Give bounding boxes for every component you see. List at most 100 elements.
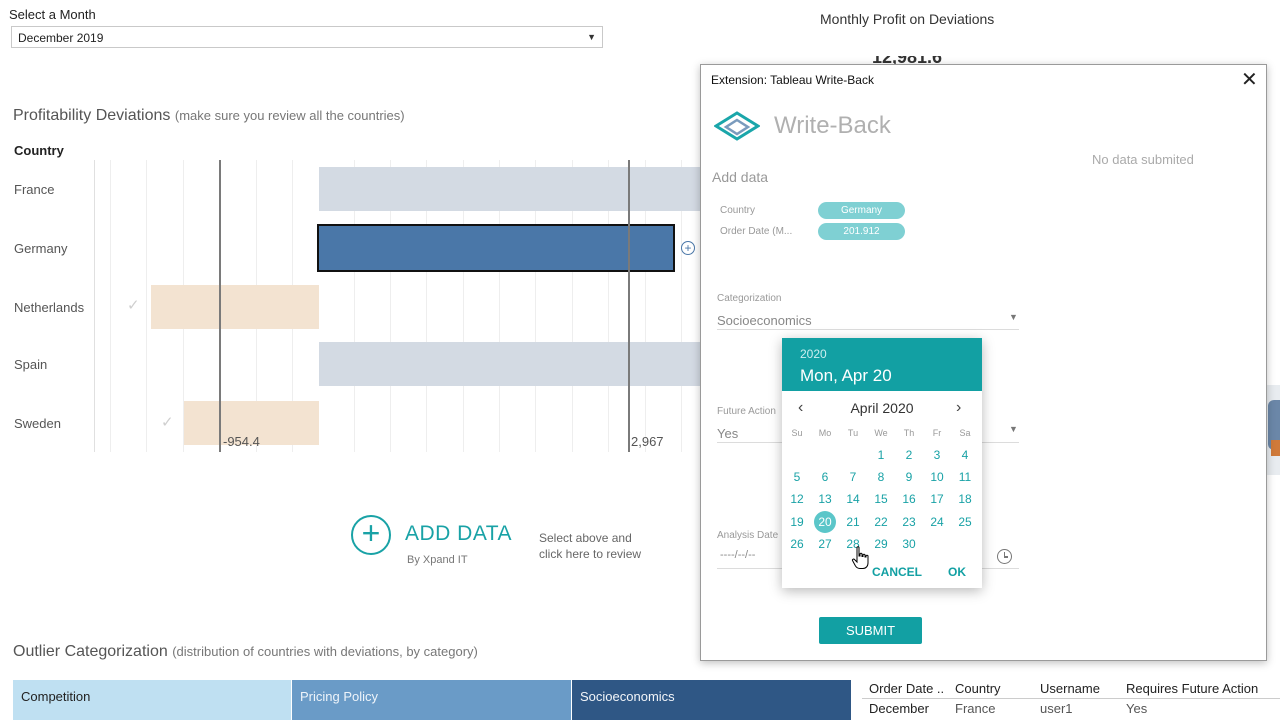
- country-label-spain: Spain: [14, 357, 48, 372]
- picker-day[interactable]: 6: [813, 467, 837, 487]
- order-date-label: Order Date (M...: [720, 226, 793, 237]
- picker-day[interactable]: 5: [785, 467, 809, 487]
- future-action-label: Future Action: [717, 406, 776, 417]
- profitability-title-text: Profitability Deviations: [13, 107, 171, 124]
- picker-day[interactable]: 11: [953, 467, 977, 487]
- write-back-logo-icon: [714, 111, 760, 141]
- country-pill: Germany: [818, 202, 905, 219]
- picker-day[interactable]: 19: [785, 512, 809, 532]
- table-cell-username: user1: [1040, 701, 1073, 716]
- category-competition[interactable]: Competition: [13, 680, 291, 720]
- close-icon[interactable]: ✕: [1241, 67, 1258, 92]
- table-header-username: Username: [1040, 681, 1100, 696]
- outlier-title-text: Outlier Categorization: [13, 643, 168, 660]
- picker-day[interactable]: 1: [869, 445, 893, 465]
- country-label-netherlands: Netherlands: [14, 300, 85, 315]
- check-icon: ✓: [127, 297, 140, 314]
- grid-line: [146, 160, 147, 452]
- picker-day[interactable]: 14: [841, 489, 865, 509]
- picker-day[interactable]: 17: [925, 489, 949, 509]
- table-cell-future-action: Yes: [1126, 701, 1148, 716]
- picker-day[interactable]: 16: [897, 489, 921, 509]
- dialog-title: Extension: Tableau Write-Back: [711, 73, 874, 87]
- table-divider: [862, 698, 1280, 699]
- picker-day[interactable]: 15: [869, 489, 893, 509]
- month-select[interactable]: December 2019 ▼: [11, 26, 603, 48]
- picker-day[interactable]: 27: [813, 534, 837, 554]
- table-cell-order-date: December: [869, 701, 929, 716]
- picker-day[interactable]: 9: [897, 467, 921, 487]
- picker-day[interactable]: 22: [869, 512, 893, 532]
- table-header-order-date: Order Date ..: [869, 681, 945, 696]
- picker-day[interactable]: 10: [925, 467, 949, 487]
- country-label-france: France: [14, 182, 55, 197]
- picker-day[interactable]: 25: [953, 512, 977, 532]
- month-filter-label: Select a Month: [9, 7, 96, 22]
- check-icon: ✓: [161, 414, 174, 431]
- add-data-hint-line2: click here to review: [539, 547, 642, 561]
- chevron-down-icon[interactable]: ▼: [1009, 312, 1018, 322]
- plus-circle-icon[interactable]: +: [681, 241, 695, 255]
- add-data-button[interactable]: ADD DATA: [405, 522, 512, 546]
- add-data-hint: Select above and click here to review: [539, 530, 679, 562]
- no-data-message: No data submited: [1092, 152, 1194, 167]
- order-date-pill: 201.912: [818, 223, 905, 240]
- category-socioeconomics[interactable]: Socioeconomics: [572, 680, 851, 720]
- category-pricing-policy[interactable]: Pricing Policy: [292, 680, 571, 720]
- chart-divider: [94, 160, 95, 452]
- reference-line-high: [628, 160, 630, 452]
- picker-day[interactable]: 12: [785, 489, 809, 509]
- clock-icon[interactable]: [997, 549, 1012, 564]
- picker-day[interactable]: 8: [869, 467, 893, 487]
- bar-spain[interactable]: [319, 342, 701, 386]
- app-name: Write-Back: [774, 112, 891, 139]
- picker-day[interactable]: 4: [953, 445, 977, 465]
- reference-value-low: -954.4: [223, 434, 260, 449]
- submit-button[interactable]: SUBMIT: [819, 617, 922, 644]
- reference-line-low: [219, 160, 221, 452]
- grid-line: [110, 160, 111, 452]
- categorization-select[interactable]: [717, 329, 1019, 330]
- add-data-plus-icon[interactable]: +: [351, 515, 391, 555]
- country-column-header: Country: [14, 143, 64, 158]
- analysis-date-input[interactable]: ----/--/--: [720, 549, 755, 561]
- profitability-subtitle: (make sure you review all the countries): [174, 108, 405, 123]
- picker-day[interactable]: 7: [841, 467, 865, 487]
- dashboard: Select a Month December 2019 ▼ Monthly P…: [0, 0, 1280, 720]
- country-label: Country: [720, 205, 756, 216]
- picker-day[interactable]: 21: [841, 512, 865, 532]
- analysis-date-label: Analysis Date: [717, 530, 779, 541]
- outlier-subtitle: (distribution of countries with deviatio…: [172, 644, 478, 659]
- picker-day[interactable]: 24: [925, 512, 949, 532]
- picker-day[interactable]: 23: [897, 512, 921, 532]
- picker-day[interactable]: 29: [869, 534, 893, 554]
- picker-day[interactable]: 3: [925, 445, 949, 465]
- picker-day[interactable]: 2: [897, 445, 921, 465]
- profitability-title: Profitability Deviations (make sure you …: [13, 107, 405, 125]
- picker-day-grid: 1 2 3 4 5 6 7 8 9 10 11 12 13 14 15 16 17 18 19 20 21 22 23 24 2…: [782, 338, 982, 588]
- future-action-value: Yes: [717, 426, 739, 441]
- country-label-sweden: Sweden: [14, 416, 61, 431]
- picker-day-selected[interactable]: 20: [814, 511, 836, 533]
- bar-germany[interactable]: [317, 224, 675, 272]
- add-data-hint-line1: Select above and: [539, 531, 632, 545]
- picker-ok-button[interactable]: OK: [948, 565, 966, 579]
- table-header-country: Country: [955, 681, 1001, 696]
- categorization-label: Categorization: [717, 293, 782, 304]
- bar-france[interactable]: [319, 167, 701, 211]
- chevron-down-icon[interactable]: ▼: [1009, 424, 1018, 434]
- bar-netherlands[interactable]: [151, 285, 319, 329]
- picker-day[interactable]: 26: [785, 534, 809, 554]
- table-header-future-action: Requires Future Action: [1126, 681, 1259, 696]
- categorization-value: Socioeconomics: [717, 313, 812, 328]
- picker-day[interactable]: 18: [953, 489, 977, 509]
- month-select-value: December 2019: [18, 31, 104, 45]
- picker-day[interactable]: 30: [897, 534, 921, 554]
- add-data-by: By Xpand IT: [407, 554, 468, 566]
- picker-cancel-button[interactable]: CANCEL: [872, 565, 922, 579]
- hand-cursor-icon: [851, 546, 869, 569]
- reference-value-high: 2,967: [631, 434, 664, 449]
- picker-day[interactable]: 13: [813, 489, 837, 509]
- table-cell-country: France: [955, 701, 996, 716]
- date-picker: 2020 Mon, Apr 20 April 2020 ‹ › Su Mo Tu…: [782, 338, 982, 588]
